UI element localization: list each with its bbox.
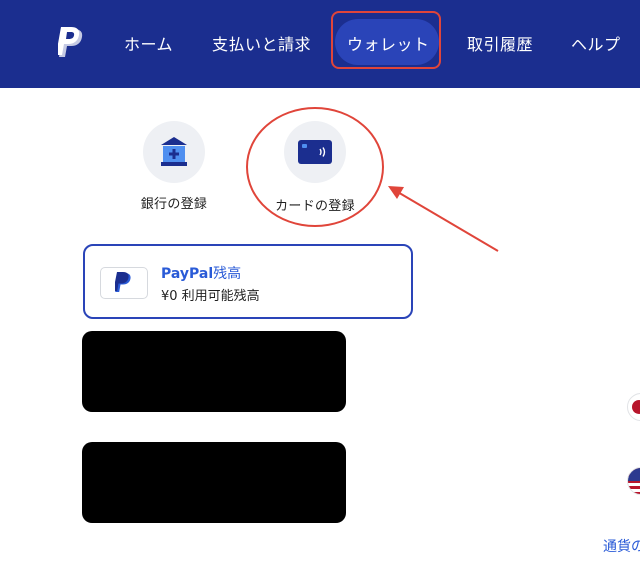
balance-title-suffix: 残高 bbox=[213, 266, 242, 282]
nav-item-payments[interactable]: 支払いと請求 bbox=[212, 31, 311, 55]
add-bank-label[interactable]: 銀行の登録 bbox=[125, 193, 223, 212]
top-nav-bar: ホーム 支払いと請求 ウォレット 取引履歴 ヘルプ bbox=[0, 0, 640, 88]
nav-item-home[interactable]: ホーム bbox=[124, 31, 173, 55]
flag-us-icon[interactable] bbox=[627, 467, 640, 495]
nav-item-help[interactable]: ヘルプ bbox=[571, 31, 621, 55]
card-annotation-circle bbox=[246, 107, 384, 227]
wallet-annotation-box bbox=[331, 11, 441, 69]
currency-link[interactable]: 通貨の bbox=[603, 536, 640, 556]
flag-jp-dot bbox=[632, 400, 640, 414]
flag-jp-icon[interactable] bbox=[627, 393, 640, 421]
paypal-logo-icon[interactable] bbox=[58, 27, 86, 59]
paypal-balance-logo-icon bbox=[115, 272, 131, 292]
balance-title-brand: PayPal bbox=[161, 266, 214, 282]
balance-title: PayPal残高 bbox=[161, 263, 241, 283]
wallet-page: ホーム 支払いと請求 ウォレット 取引履歴 ヘルプ 銀行の登録 カードの登録 P… bbox=[0, 0, 640, 565]
redacted-account-block[interactable] bbox=[82, 331, 346, 412]
flag-us-canton bbox=[628, 468, 640, 481]
balance-amount: ¥0 利用可能残高 bbox=[161, 289, 260, 304]
redacted-account-block[interactable] bbox=[82, 442, 346, 523]
bank-building-icon bbox=[161, 137, 187, 166]
nav-item-history[interactable]: 取引履歴 bbox=[467, 31, 533, 55]
